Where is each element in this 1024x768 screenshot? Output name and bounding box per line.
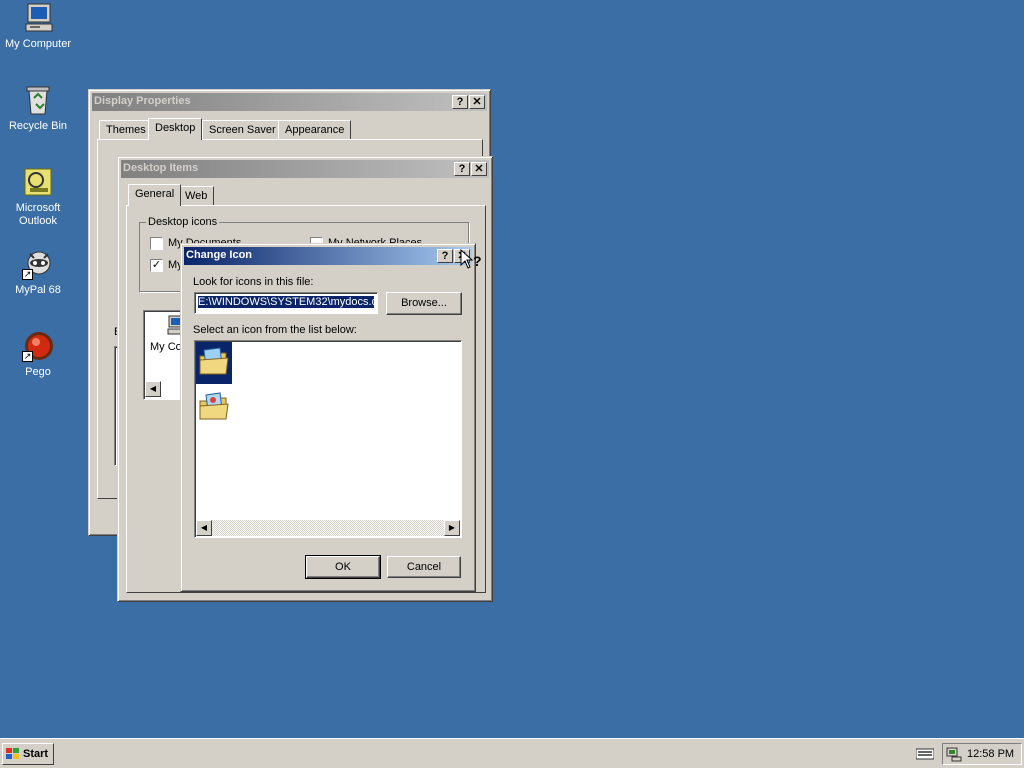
help-button[interactable]: ? (454, 162, 470, 176)
desktop-icon-mypal[interactable]: ↗ MyPal 68 (0, 248, 76, 297)
scroll-left-button[interactable]: ◀ (196, 520, 212, 536)
tab-screen-saver[interactable]: Screen Saver (202, 120, 283, 140)
window-title: Desktop Items (123, 162, 199, 174)
scroll-right-button[interactable]: ▶ (444, 520, 460, 536)
tab-appearance[interactable]: Appearance (278, 120, 352, 140)
desktop-icon-pego[interactable]: ↗ Pego (0, 330, 76, 379)
my-documents-checkbox[interactable] (150, 237, 163, 250)
preview-label: My Co (150, 341, 182, 353)
file-path-text: E:\WINDOWS\SYSTEM32\mydocs.dll (198, 296, 374, 308)
desktop-icon-my-computer[interactable]: My Computer (0, 2, 76, 51)
cancel-button[interactable]: Cancel (387, 556, 461, 578)
ok-button[interactable]: OK (305, 555, 381, 579)
desktop-icon-label: MyPal 68 (15, 284, 61, 296)
computer-icon (22, 2, 54, 34)
change-icon-titlebar[interactable]: Change Icon ? ✕ (184, 247, 472, 265)
icon-list-item[interactable] (196, 387, 232, 429)
windows-logo-icon (6, 748, 21, 764)
svg-text:?: ? (473, 253, 482, 269)
desktop-icon-outlook[interactable]: Microsoft Outlook (0, 166, 76, 228)
icon-list[interactable]: ◀ ▶ (194, 340, 462, 538)
taskbar: Start 12:58 PM (0, 738, 1024, 768)
check-icon: ✓ (151, 259, 162, 271)
window-title: Change Icon (186, 249, 253, 261)
tab-desktop[interactable]: Desktop (148, 118, 203, 140)
desktop-icon-label: Recycle Bin (8, 120, 68, 132)
clock[interactable]: 12:58 PM (967, 748, 1014, 760)
keyboard-icon[interactable] (915, 748, 935, 763)
close-button[interactable]: ✕ (471, 162, 487, 176)
folder-pictures-icon (198, 391, 230, 426)
help-button[interactable]: ? (437, 249, 453, 263)
start-button[interactable]: Start (2, 743, 54, 765)
desktop-items-titlebar[interactable]: Desktop Items ? ✕ (121, 160, 489, 178)
icon-list-item[interactable] (196, 342, 232, 384)
pego-icon: ↗ (22, 330, 54, 362)
shortcut-arrow-icon: ↗ (22, 269, 33, 280)
close-button[interactable]: ✕ (469, 95, 485, 109)
desktop-icon-label: My Computer (4, 38, 72, 50)
change-icon-dialog: Change Icon ? ✕ Look for icons in this f… (180, 243, 476, 592)
help-cursor-icon: ? (460, 248, 484, 274)
tab-general[interactable]: General (128, 184, 182, 206)
file-label: Look for icons in this file: (193, 276, 314, 288)
outlook-icon (22, 166, 54, 198)
browse-button[interactable]: Browse... (386, 292, 462, 315)
group-title: Desktop icons (146, 216, 220, 228)
desktop-icon-label: Pego (25, 366, 51, 378)
folder-documents-icon (198, 346, 230, 381)
desktop-icon-label: Microsoft Outlook (15, 202, 61, 227)
help-button[interactable]: ? (452, 95, 468, 109)
my-checkbox[interactable]: ✓ (150, 259, 163, 272)
tab-web[interactable]: Web (178, 186, 215, 206)
desktop-icon-recycle-bin[interactable]: Recycle Bin (0, 84, 76, 133)
network-icon[interactable] (946, 747, 962, 765)
icon-list-label: Select an icon from the list below: (193, 324, 357, 336)
window-title: Display Properties (94, 95, 191, 107)
scroll-left-button[interactable]: ◀ (145, 381, 161, 397)
mypal-icon: ↗ (22, 248, 54, 280)
horizontal-scrollbar[interactable]: ◀ ▶ (196, 520, 460, 536)
file-path-input[interactable]: E:\WINDOWS\SYSTEM32\mydocs.dll (194, 292, 378, 314)
tab-themes[interactable]: Themes (99, 120, 153, 140)
display-properties-titlebar[interactable]: Display Properties ? ✕ (92, 93, 487, 111)
shortcut-arrow-icon: ↗ (22, 351, 33, 362)
system-tray: 12:58 PM (942, 743, 1022, 765)
recycle-bin-icon (22, 84, 54, 116)
